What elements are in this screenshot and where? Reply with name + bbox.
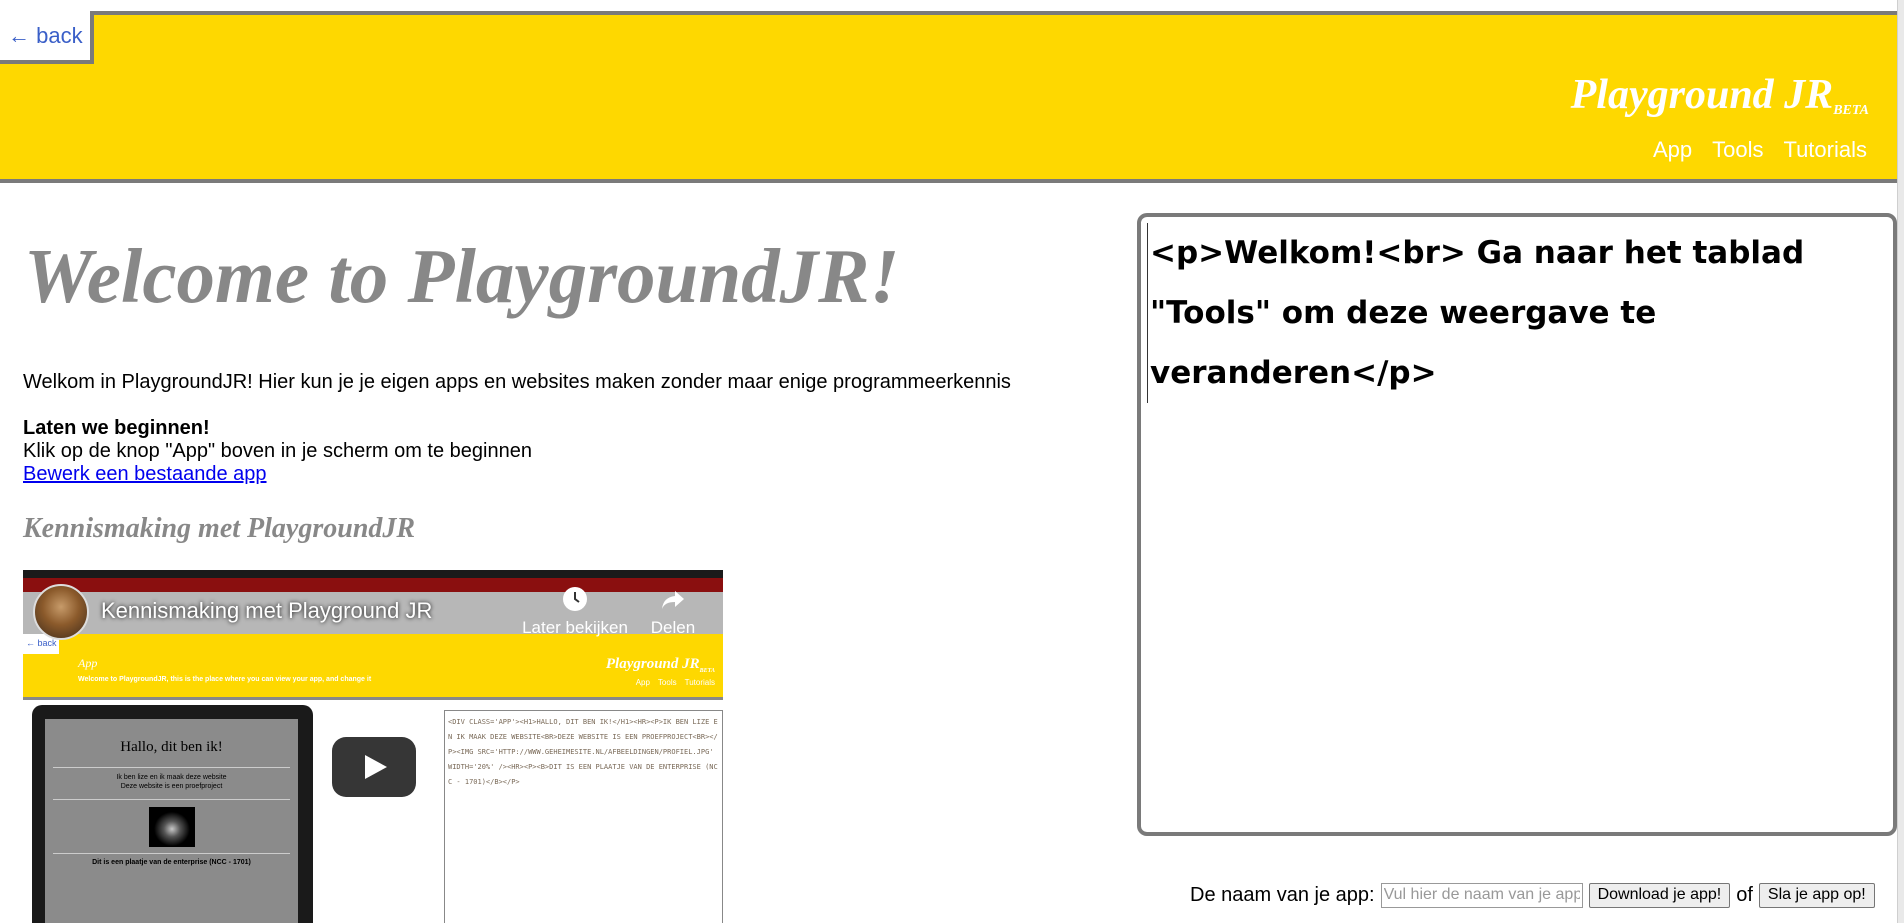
share-arrow-icon: [662, 591, 684, 609]
video-tablet-divider: [53, 767, 290, 768]
share-button[interactable]: Delen: [643, 586, 703, 638]
code-editor-content[interactable]: <p>Welkom!<br> Ga naar het tablad "Tools…: [1147, 223, 1887, 403]
video-tablet-divider: [53, 853, 290, 854]
page: Playground JRBETA App Tools Tutorials ← …: [0, 0, 1904, 923]
start-instructions: Klik op de knop "App" boven in je scherm…: [23, 440, 532, 462]
app-name-label: De naam van je app:: [1190, 883, 1375, 906]
page-title: Welcome to PlaygroundJR!: [24, 233, 900, 319]
video-inner-brand: Playground JRBETA: [606, 656, 715, 674]
video-tablet-image: [149, 807, 195, 847]
video-tablet-caption: Dit is een plaatje van de enterprise (NC…: [92, 859, 251, 866]
video-heading: Kennismaking met PlaygroundJR: [23, 513, 416, 544]
video-tablet-title: Hallo, dit ben ik!: [120, 739, 223, 755]
video-inner-brand-beta: BETA: [699, 668, 715, 674]
brand-beta: BETA: [1833, 103, 1869, 118]
main-nav: App Tools Tutorials: [1653, 137, 1867, 163]
video-code-preview: <DIV CLASS='APP'><H1>HALLO, DIT BEN IK!<…: [444, 710, 723, 923]
video-inner-welcome: Welcome to PlaygroundJR, this is the pla…: [78, 676, 372, 683]
video-top-bar: [23, 570, 723, 578]
nav-tutorials[interactable]: Tutorials: [1783, 137, 1867, 163]
video-inner-nav-app: App: [635, 678, 650, 687]
video-inner-nav-tools: Tools: [657, 678, 677, 687]
video-tablet-preview: Hallo, dit ben ik! Ik ben lize en ik maa…: [32, 705, 313, 923]
nav-tools[interactable]: Tools: [1712, 137, 1763, 163]
app-name-form: De naam van je app: Download je app! of …: [1190, 880, 1875, 910]
video-inner-brand-name: Playground JR: [605, 656, 700, 672]
play-button-icon[interactable]: [332, 737, 416, 797]
header-bar: Playground JRBETA App Tools Tutorials: [0, 11, 1897, 183]
watch-later-button[interactable]: Later bekijken: [515, 586, 635, 638]
video-tablet-screen: Hallo, dit ben ik! Ik ben lize en ik maa…: [45, 719, 298, 923]
video-player[interactable]: ← back App Welcome to PlaygroundJR, this…: [23, 570, 723, 923]
page-scrollbar[interactable]: [1897, 0, 1904, 923]
intro-text: Welkom in PlaygroundJR! Hier kun je je e…: [23, 371, 1011, 393]
video-caption[interactable]: Kennismaking met Playground JR: [101, 598, 432, 624]
clock-icon: [563, 587, 587, 611]
brand-name: Playground JR: [1570, 72, 1834, 118]
app-name-input[interactable]: [1380, 882, 1583, 908]
channel-avatar[interactable]: [33, 584, 89, 640]
video-tablet-line2: Deze website is een proefproject: [120, 783, 223, 790]
video-inner-app-label: App: [78, 656, 98, 670]
or-label: of: [1736, 883, 1753, 906]
code-editor[interactable]: <p>Welkom!<br> Ga naar het tablad "Tools…: [1137, 213, 1897, 836]
watch-later-label: Later bekijken: [522, 618, 628, 637]
video-inner-nav-tutorials: Tutorials: [684, 678, 715, 687]
save-app-button[interactable]: Sla je app op!: [1758, 882, 1875, 908]
video-tablet-text: Ik ben lize en ik maak deze website Deze …: [45, 773, 298, 791]
nav-app[interactable]: App: [1653, 137, 1692, 163]
start-heading: Laten we beginnen!: [23, 417, 210, 439]
back-button[interactable]: ← back: [0, 11, 94, 64]
brand-logo: Playground JRBETA: [1571, 71, 1869, 119]
video-tablet-line1: Ik ben lize en ik maak deze website: [116, 774, 227, 781]
share-label: Delen: [650, 618, 696, 637]
video-tablet-divider: [53, 799, 290, 800]
edit-existing-app-link[interactable]: Bewerk een bestaande app: [23, 463, 267, 486]
download-app-button[interactable]: Download je app!: [1588, 882, 1731, 908]
video-inner-nav: App Tools Tutorials: [636, 678, 715, 687]
